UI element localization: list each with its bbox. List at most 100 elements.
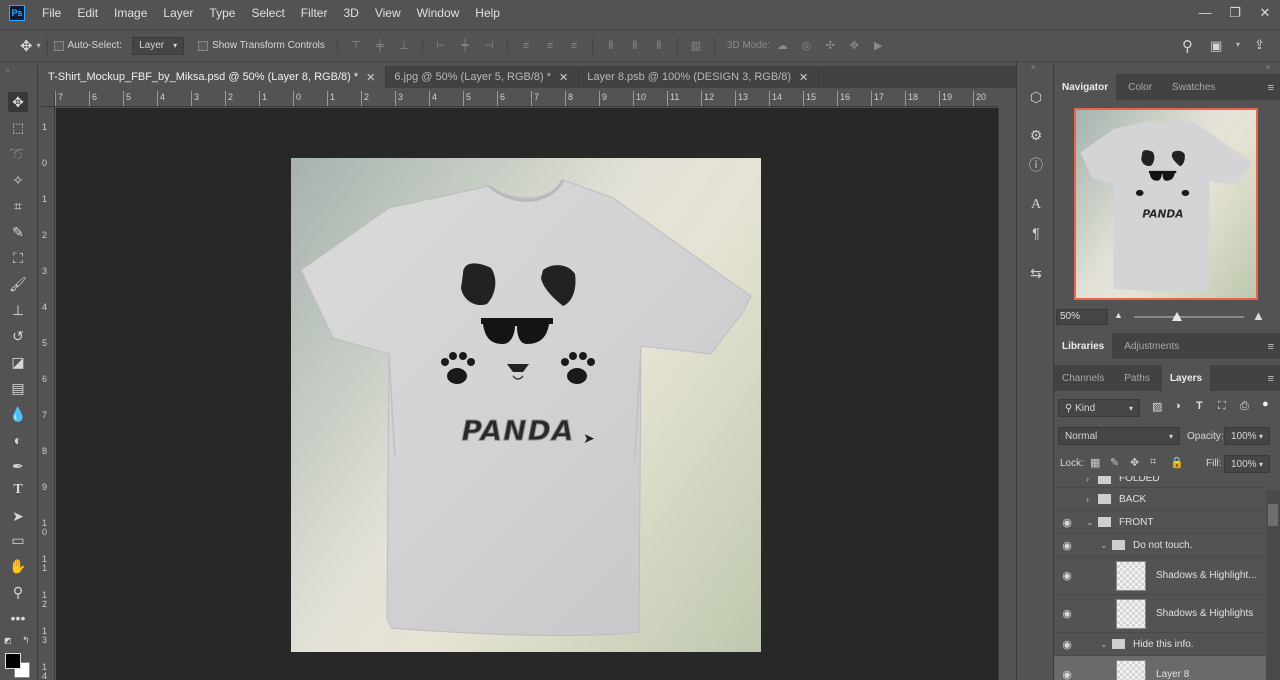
type-tool-icon[interactable]: T bbox=[8, 480, 28, 500]
layer-row-layer-8[interactable]: ◉ Layer 8 bbox=[1054, 656, 1266, 680]
eye-icon[interactable]: ◉ bbox=[1054, 516, 1080, 529]
lock-position-icon[interactable]: ✥ bbox=[1130, 456, 1139, 469]
search-icon[interactable]: ⚲ bbox=[1182, 37, 1193, 55]
filter-smart-object-icon[interactable]: ⎙ bbox=[1240, 400, 1249, 413]
move-tool-icon[interactable]: ✥ bbox=[20, 37, 33, 55]
layer-row-back[interactable]: › BACK bbox=[1054, 488, 1266, 511]
3d-orbit-icon[interactable]: ☁ bbox=[776, 40, 788, 52]
menu-filter[interactable]: Filter bbox=[301, 6, 328, 20]
chevron-down-icon[interactable]: ⌄ bbox=[1100, 540, 1110, 551]
gradient-tool-icon[interactable]: ▤ bbox=[8, 378, 28, 398]
close-icon[interactable]: ✕ bbox=[366, 71, 375, 84]
workspace-icon[interactable]: ▣ bbox=[1210, 38, 1222, 54]
auto-select-checkbox[interactable] bbox=[53, 40, 64, 51]
glyphs-panel-icon[interactable]: ⇆ bbox=[1027, 264, 1045, 282]
menu-view[interactable]: View bbox=[375, 6, 401, 20]
eye-icon[interactable]: ◉ bbox=[1054, 638, 1080, 651]
panel-menu-icon[interactable]: ≡ bbox=[1268, 341, 1274, 353]
eyedropper-tool-icon[interactable]: ✎ bbox=[8, 222, 28, 242]
eye-icon[interactable]: ◉ bbox=[1054, 569, 1080, 582]
tab-6-jpg[interactable]: 6.jpg @ 50% (Layer 5, RGB/8) * ✕ bbox=[386, 66, 580, 88]
eraser-tool-icon[interactable]: ◪ bbox=[8, 352, 28, 372]
auto-align-icon[interactable]: ▥ bbox=[690, 40, 702, 52]
menu-help[interactable]: Help bbox=[475, 6, 500, 20]
align-right-icon[interactable]: ⊣ bbox=[483, 40, 495, 52]
lock-image-icon[interactable]: ✎ bbox=[1110, 456, 1119, 469]
menu-file[interactable]: File bbox=[42, 6, 61, 20]
panel-grip-icon[interactable]: » bbox=[0, 66, 37, 75]
scrollbar-thumb[interactable] bbox=[1268, 504, 1278, 526]
properties-panel-icon[interactable]: ⚙ bbox=[1027, 126, 1045, 144]
panel-menu-icon[interactable]: ≡ bbox=[1268, 82, 1274, 94]
magic-wand-tool-icon[interactable]: ✧ bbox=[8, 170, 28, 190]
show-transform-checkbox[interactable] bbox=[198, 40, 209, 51]
layer-row-front[interactable]: ◉ ⌄ FRONT bbox=[1054, 511, 1266, 534]
horizontal-ruler[interactable]: 7 6 5 4 3 2 1 0 1 2 3 4 5 6 7 8 9 10 11 12 13 14 15 16 17 18 19 20 bbox=[55, 91, 998, 107]
menu-3d[interactable]: 3D bbox=[343, 6, 358, 20]
chevron-down-icon[interactable]: ⌄ bbox=[1100, 639, 1110, 650]
tab-tshirt-mockup[interactable]: T-Shirt_Mockup_FBF_by_Miksa.psd @ 50% (L… bbox=[40, 66, 387, 88]
filter-toggle-icon[interactable]: ● bbox=[1262, 398, 1269, 410]
brush-tool-icon[interactable]: 🖌 bbox=[8, 274, 28, 294]
collapse-icon[interactable]: » bbox=[1266, 62, 1270, 71]
lock-transparent-icon[interactable]: ▦ bbox=[1090, 456, 1100, 469]
menu-window[interactable]: Window bbox=[417, 6, 460, 20]
close-icon[interactable]: ✕ bbox=[559, 71, 568, 84]
fill-field[interactable]: 100% ▾ bbox=[1224, 455, 1270, 473]
foreground-color-swatch[interactable] bbox=[5, 653, 21, 669]
lasso-tool-icon[interactable]: ➰ bbox=[8, 144, 28, 164]
restore-button[interactable]: ❐ bbox=[1220, 0, 1250, 25]
distribute-top-icon[interactable]: ≡ bbox=[520, 40, 532, 52]
filter-kind-dropdown[interactable]: ⚲ Kind ▾ bbox=[1058, 399, 1140, 417]
filter-type-icon[interactable]: T bbox=[1196, 400, 1203, 412]
filter-adjustment-icon[interactable]: ◑ bbox=[1174, 400, 1181, 412]
eye-icon[interactable]: ◉ bbox=[1054, 539, 1080, 552]
tab-adjustments[interactable]: Adjustments bbox=[1116, 333, 1187, 359]
blur-tool-icon[interactable]: 💧 bbox=[8, 404, 28, 424]
layer-row-hide-this-info[interactable]: ◉ ⌄ Hide this info. bbox=[1054, 633, 1266, 656]
menu-image[interactable]: Image bbox=[114, 6, 147, 20]
align-top-icon[interactable]: ⊤ bbox=[350, 40, 362, 52]
more-tools-icon[interactable]: ••• bbox=[8, 608, 28, 628]
3d-roll-icon[interactable]: ◎ bbox=[800, 40, 812, 52]
close-icon[interactable]: ✕ bbox=[799, 71, 808, 84]
panel-menu-icon[interactable]: ≡ bbox=[1268, 373, 1274, 385]
tab-navigator[interactable]: Navigator bbox=[1054, 74, 1117, 100]
tab-layers[interactable]: Layers bbox=[1161, 365, 1211, 391]
clone-stamp-tool-icon[interactable]: ⊥ bbox=[8, 300, 28, 320]
healing-brush-tool-icon[interactable]: ⛶ bbox=[8, 248, 28, 268]
paragraph-panel-icon[interactable]: ¶ bbox=[1027, 224, 1045, 242]
crop-tool-icon[interactable]: ⌗ bbox=[8, 196, 28, 216]
canvas-scrollbar[interactable] bbox=[998, 108, 1016, 680]
collapse-icon[interactable]: « bbox=[1031, 62, 1035, 71]
eye-icon[interactable]: ◉ bbox=[1054, 607, 1080, 620]
zoom-slider-track[interactable] bbox=[1134, 316, 1244, 318]
menu-layer[interactable]: Layer bbox=[163, 6, 193, 20]
lock-all-icon[interactable]: 🔒 bbox=[1170, 456, 1184, 469]
distribute-right-icon[interactable]: ⦀ bbox=[653, 40, 665, 52]
zoom-out-icon[interactable]: ▲ bbox=[1114, 310, 1123, 320]
align-left-icon[interactable]: ⊢ bbox=[435, 40, 447, 52]
opacity-field[interactable]: 100% ▾ bbox=[1224, 427, 1270, 445]
tab-paths[interactable]: Paths bbox=[1116, 365, 1158, 391]
layer-row-do-not-touch[interactable]: ◉ ⌄ Do not touch. bbox=[1054, 534, 1266, 557]
marquee-tool-icon[interactable]: ⬚ bbox=[8, 118, 28, 138]
layers-scrollbar[interactable] bbox=[1266, 490, 1280, 680]
share-icon[interactable]: ⇪ bbox=[1254, 37, 1265, 53]
menu-select[interactable]: Select bbox=[251, 6, 284, 20]
menu-edit[interactable]: Edit bbox=[77, 6, 98, 20]
align-bottom-icon[interactable]: ⊥ bbox=[398, 40, 410, 52]
3d-drag-icon[interactable]: ✣ bbox=[824, 40, 836, 52]
auto-select-dropdown[interactable]: Layer ▾ bbox=[132, 36, 185, 55]
ruler-corner[interactable] bbox=[40, 91, 55, 107]
pen-tool-icon[interactable]: ✒ bbox=[8, 456, 28, 476]
hand-tool-icon[interactable]: ✋ bbox=[8, 556, 28, 576]
chevron-right-icon[interactable]: › bbox=[1086, 476, 1096, 484]
zoom-in-icon[interactable]: ▲ bbox=[1252, 308, 1265, 323]
filter-shape-icon[interactable]: ⛶ bbox=[1218, 400, 1226, 413]
distribute-left-icon[interactable]: ⦀ bbox=[605, 40, 617, 52]
layer-row-shadows-highlight-1[interactable]: ◉ Shadows & Highlight... bbox=[1054, 557, 1266, 595]
layer-row-folded[interactable]: › FOLDED bbox=[1054, 476, 1266, 488]
navigator-preview[interactable]: PANDA bbox=[1074, 108, 1258, 300]
swap-colors-icon[interactable]: ↰ bbox=[22, 635, 30, 646]
